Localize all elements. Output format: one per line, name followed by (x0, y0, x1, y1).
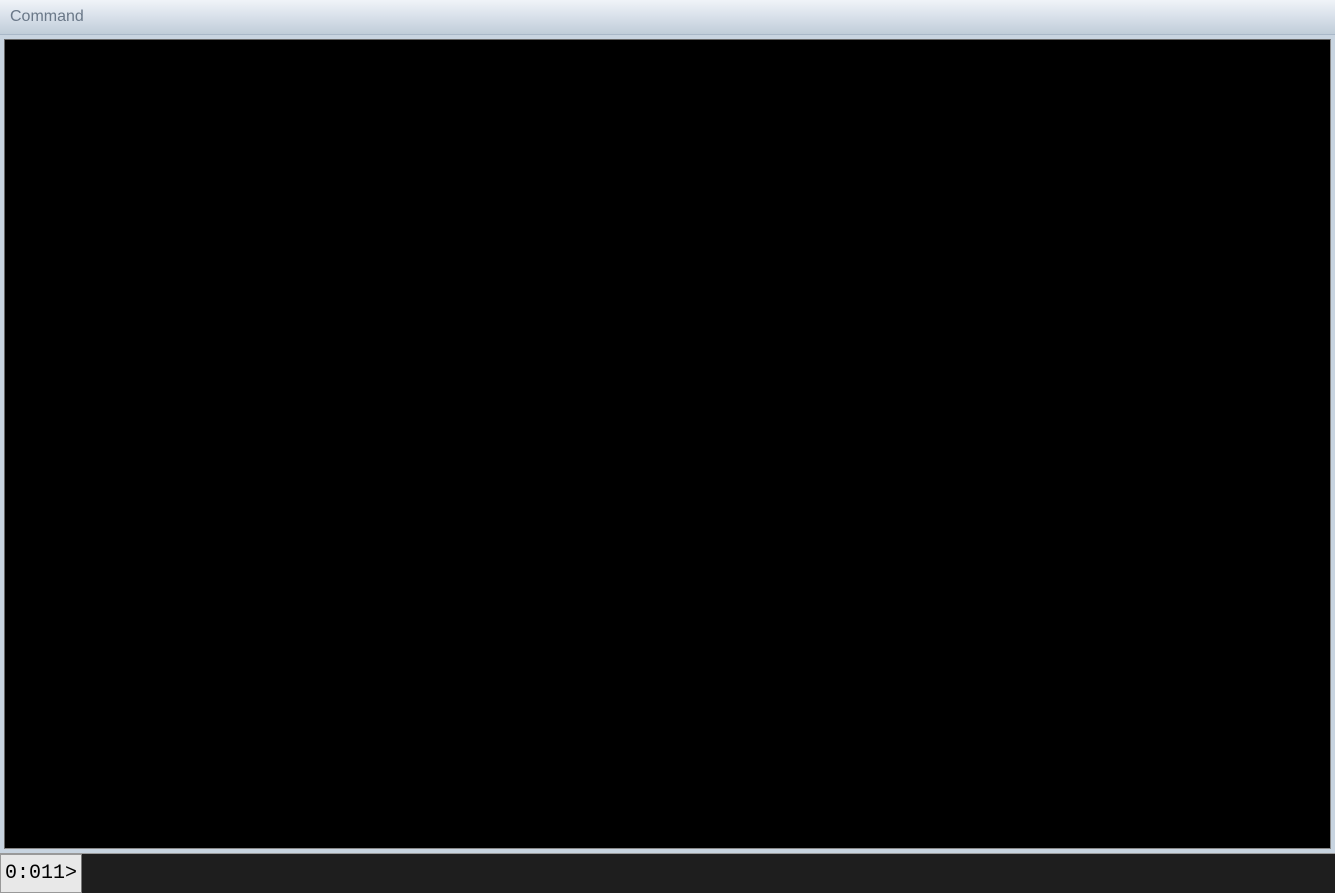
title-bar: Command (0, 0, 1335, 35)
command-bar: 0:011> (0, 853, 1335, 893)
window-title: Command (10, 8, 84, 26)
command-input[interactable] (82, 854, 1335, 893)
debugger-prompt: 0:011> (0, 854, 82, 893)
main-area (0, 35, 1335, 853)
command-output-area[interactable] (4, 39, 1331, 849)
